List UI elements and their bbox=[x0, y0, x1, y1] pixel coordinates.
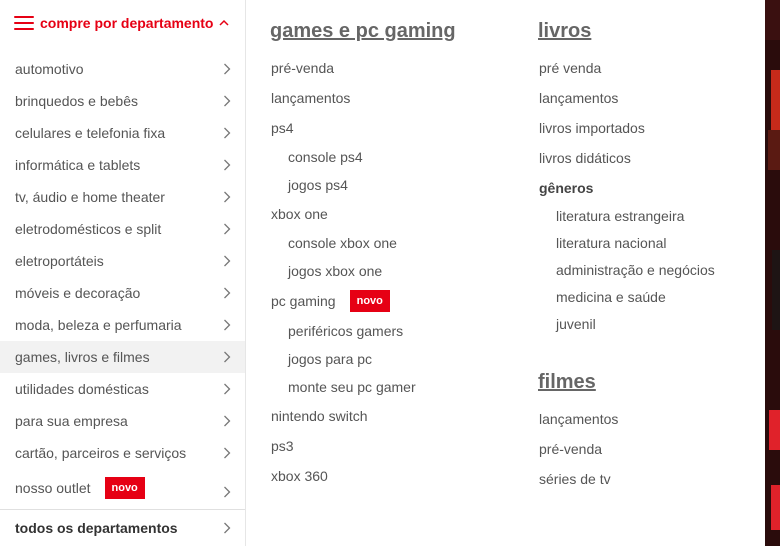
link-livros-lancamentos[interactable]: lançamentos bbox=[539, 83, 759, 113]
department-label: games, livros e filmes bbox=[15, 349, 150, 365]
chevron-right-icon bbox=[224, 351, 231, 363]
department-label: utilidades domésticas bbox=[15, 381, 149, 397]
link-juvenil[interactable]: juvenil bbox=[539, 310, 759, 337]
department-item-brinquedos[interactable]: brinquedos e bebês bbox=[0, 85, 245, 117]
department-item-cartao[interactable]: cartão, parceiros e serviços bbox=[0, 437, 245, 469]
link-monte-seu-pc-gamer[interactable]: monte seu pc gamer bbox=[271, 373, 511, 401]
department-item-automotivo[interactable]: automotivo bbox=[0, 53, 245, 85]
department-label: brinquedos e bebês bbox=[15, 93, 138, 109]
chevron-right-icon bbox=[224, 287, 231, 299]
link-livros-didaticos[interactable]: livros didáticos bbox=[539, 143, 759, 173]
link-pc-gaming[interactable]: pc gaming novo bbox=[271, 285, 511, 317]
chevron-right-icon bbox=[224, 522, 231, 534]
pc-gaming-label: pc gaming bbox=[271, 293, 336, 309]
link-literatura-nacional[interactable]: literatura nacional bbox=[539, 229, 759, 256]
link-filmes-lancamentos[interactable]: lançamentos bbox=[539, 404, 759, 434]
livros-filmes-column: livros pré venda lançamentos livros impo… bbox=[538, 18, 759, 494]
department-item-moda[interactable]: moda, beleza e perfumaria bbox=[0, 309, 245, 341]
livros-column-title[interactable]: livros bbox=[538, 18, 759, 44]
department-item-utilidades[interactable]: utilidades domésticas bbox=[0, 373, 245, 405]
department-list: automotivo brinquedos e bebês celulares … bbox=[0, 53, 245, 507]
department-label: informática e tablets bbox=[15, 157, 141, 173]
link-console-ps4[interactable]: console ps4 bbox=[271, 143, 511, 171]
department-label: cartão, parceiros e serviços bbox=[15, 445, 187, 461]
link-ps4[interactable]: ps4 bbox=[271, 113, 511, 143]
chevron-right-icon bbox=[224, 255, 231, 267]
link-games-lancamentos[interactable]: lançamentos bbox=[271, 83, 511, 113]
background-banner-edge bbox=[765, 0, 780, 546]
department-item-celulares[interactable]: celulares e telefonia fixa bbox=[0, 117, 245, 149]
link-nintendo-switch[interactable]: nintendo switch bbox=[271, 401, 511, 431]
games-column-title[interactable]: games e pc gaming bbox=[270, 18, 511, 44]
department-label: moda, beleza e perfumaria bbox=[15, 317, 182, 333]
chevron-right-icon bbox=[224, 191, 231, 203]
link-xbox-one[interactable]: xbox one bbox=[271, 199, 511, 229]
all-departments-link[interactable]: todos os departamentos bbox=[0, 509, 245, 546]
outlet-label-wrap: nosso outlet novo bbox=[15, 477, 145, 499]
chevron-right-icon bbox=[224, 447, 231, 459]
department-sidebar: compre por departamento automotivo brinq… bbox=[0, 0, 246, 546]
chevron-right-icon bbox=[224, 486, 231, 498]
link-livros-pre-venda[interactable]: pré venda bbox=[539, 53, 759, 83]
department-item-games-livros-filmes[interactable]: games, livros e filmes bbox=[0, 341, 245, 373]
link-jogos-ps4[interactable]: jogos ps4 bbox=[271, 171, 511, 199]
link-perifericos-gamers[interactable]: periféricos gamers bbox=[271, 317, 511, 345]
department-label: eletroportáteis bbox=[15, 253, 104, 269]
chevron-right-icon bbox=[224, 383, 231, 395]
department-item-informatica[interactable]: informática e tablets bbox=[0, 149, 245, 181]
link-jogos-xbox-one[interactable]: jogos xbox one bbox=[271, 257, 511, 285]
generos-heading: gêneros bbox=[539, 179, 594, 196]
link-games-pre-venda[interactable]: pré-venda bbox=[271, 53, 511, 83]
department-label: celulares e telefonia fixa bbox=[15, 125, 166, 141]
all-departments-label: todos os departamentos bbox=[15, 520, 178, 536]
department-label: tv, áudio e home theater bbox=[15, 189, 165, 205]
chevron-right-icon bbox=[224, 63, 231, 75]
games-column: games e pc gaming pré-venda lançamentos … bbox=[270, 18, 511, 491]
department-item-outlet[interactable]: nosso outlet novo bbox=[0, 469, 245, 507]
department-menu-title: compre por departamento bbox=[40, 15, 214, 31]
link-filmes-pre-venda[interactable]: pré-venda bbox=[539, 434, 759, 464]
department-menu-toggle[interactable]: compre por departamento bbox=[0, 0, 245, 46]
department-label: nosso outlet bbox=[15, 480, 91, 496]
chevron-right-icon bbox=[224, 415, 231, 427]
department-label: eletrodomésticos e split bbox=[15, 221, 162, 237]
filmes-section: filmes lançamentos pré-venda séries de t… bbox=[538, 369, 759, 494]
chevron-right-icon bbox=[224, 95, 231, 107]
link-administracao-negocios[interactable]: administração e negócios bbox=[539, 256, 759, 283]
chevron-right-icon bbox=[224, 319, 231, 331]
chevron-right-icon bbox=[224, 223, 231, 235]
link-livros-importados[interactable]: livros importados bbox=[539, 113, 759, 143]
department-item-tv-audio[interactable]: tv, áudio e home theater bbox=[0, 181, 245, 213]
chevron-right-icon bbox=[224, 159, 231, 171]
livros-links: pré venda lançamentos livros importados … bbox=[539, 53, 759, 337]
department-label: móveis e decoração bbox=[15, 285, 141, 301]
link-series-de-tv[interactable]: séries de tv bbox=[539, 464, 759, 494]
link-ps3[interactable]: ps3 bbox=[271, 431, 511, 461]
chevron-up-icon bbox=[219, 18, 230, 28]
department-label: para sua empresa bbox=[15, 413, 128, 429]
new-badge: novo bbox=[349, 290, 390, 312]
link-xbox-360[interactable]: xbox 360 bbox=[271, 461, 511, 491]
games-links: pré-venda lançamentos ps4 console ps4 jo… bbox=[271, 53, 511, 491]
department-item-eletroportateis[interactable]: eletroportáteis bbox=[0, 245, 245, 277]
filmes-column-title[interactable]: filmes bbox=[538, 369, 759, 395]
department-item-eletrodomesticos[interactable]: eletrodomésticos e split bbox=[0, 213, 245, 245]
department-item-empresa[interactable]: para sua empresa bbox=[0, 405, 245, 437]
filmes-links: lançamentos pré-venda séries de tv bbox=[539, 404, 759, 494]
hamburger-icon bbox=[14, 15, 34, 31]
link-medicina-saude[interactable]: medicina e saúde bbox=[539, 283, 759, 310]
department-item-moveis[interactable]: móveis e decoração bbox=[0, 277, 245, 309]
link-console-xbox-one[interactable]: console xbox one bbox=[271, 229, 511, 257]
new-badge: novo bbox=[104, 477, 145, 499]
link-literatura-estrangeira[interactable]: literatura estrangeira bbox=[539, 202, 759, 229]
department-label: automotivo bbox=[15, 61, 84, 77]
link-jogos-para-pc[interactable]: jogos para pc bbox=[271, 345, 511, 373]
chevron-right-icon bbox=[224, 127, 231, 139]
